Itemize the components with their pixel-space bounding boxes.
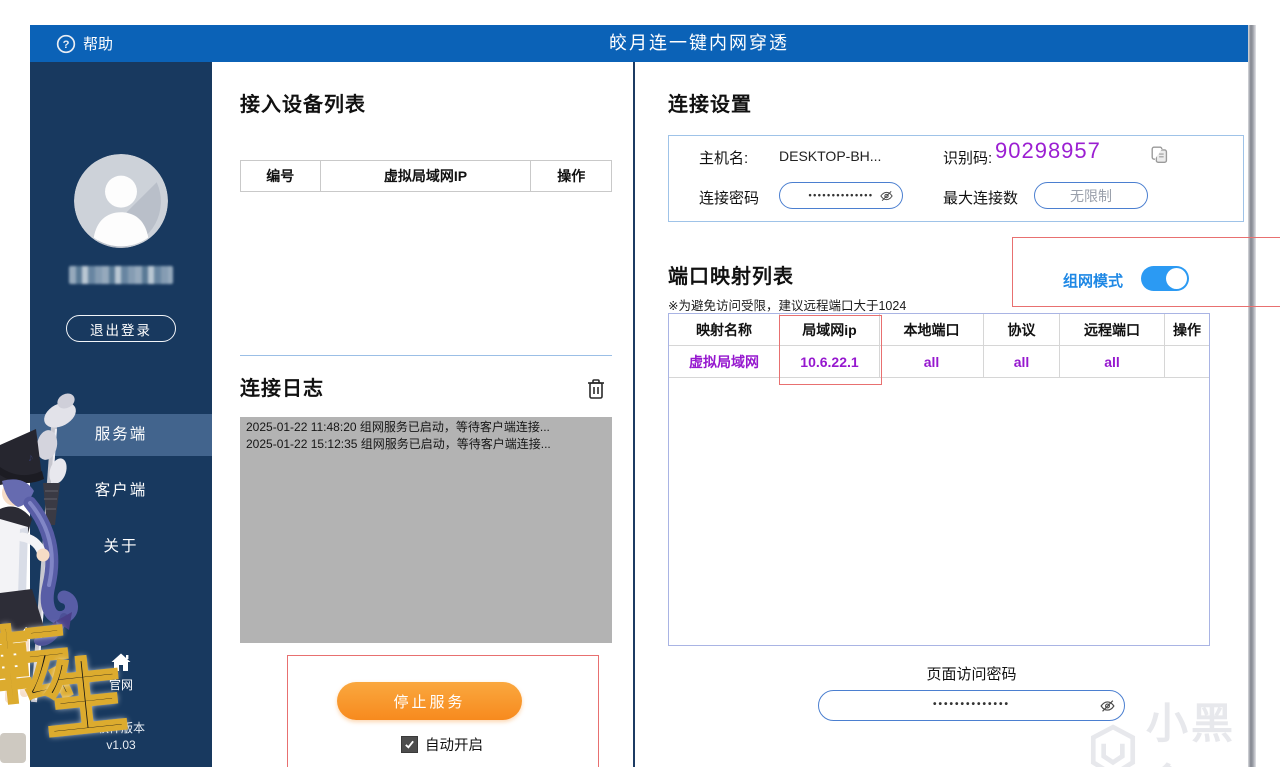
devices-title: 接入设备列表 bbox=[240, 94, 366, 116]
autostart-row[interactable]: 自动开启 bbox=[287, 734, 597, 755]
connection-settings-title: 连接设置 bbox=[668, 94, 752, 116]
sidebar-item-server[interactable]: 服务端 bbox=[30, 414, 212, 456]
sidebar-item-client[interactable]: 客户端 bbox=[30, 470, 212, 512]
middle-panel: 接入设备列表 编号 虚拟局域网IP 操作 连接日志 2025-01-22 11:… bbox=[212, 62, 633, 767]
copy-id-button[interactable] bbox=[1149, 144, 1171, 166]
port-cell-protocol: all bbox=[984, 346, 1060, 377]
id-code-label: 识别码: bbox=[943, 150, 993, 167]
device-col-number: 编号 bbox=[241, 161, 321, 191]
version-value: v1.03 bbox=[106, 738, 136, 752]
eye-off-icon[interactable] bbox=[1098, 697, 1117, 714]
port-cell-local-port: all bbox=[880, 346, 984, 377]
clear-log-button[interactable] bbox=[584, 376, 608, 402]
port-col-remote-port: 远程端口 bbox=[1060, 314, 1165, 345]
version-label: 软件版本 bbox=[96, 721, 145, 735]
max-connections-label: 最大连接数 bbox=[943, 190, 1019, 207]
port-mapping-table: 映射名称 局域网ip 本地端口 协议 远程端口 操作 虚拟局域网 10.6.22… bbox=[668, 313, 1210, 646]
connection-log: 2025-01-22 11:48:20 组网服务已启动，等待客户端连接... 2… bbox=[240, 417, 612, 643]
official-site-link[interactable]: 官网 bbox=[30, 650, 212, 693]
port-col-protocol: 协议 bbox=[984, 314, 1060, 345]
port-table-header: 映射名称 局域网ip 本地端口 协议 远程端口 操作 bbox=[669, 314, 1209, 346]
port-col-name: 映射名称 bbox=[669, 314, 780, 345]
avatar bbox=[74, 154, 168, 248]
app-window: ? 帮助 皎月连一键内网穿透 退出登录 服务端 客户端 关于 官网 软件版本 v… bbox=[0, 0, 1280, 767]
eye-off-icon[interactable] bbox=[878, 188, 895, 203]
network-mode-label: 组网模式 bbox=[1063, 273, 1124, 290]
right-panel: 连接设置 主机名: DESKTOP-BH... 识别码: 90298957 连接… bbox=[635, 62, 1256, 767]
connect-password-label: 连接密码 bbox=[699, 190, 760, 207]
title-bar: ? 帮助 皎月连一键内网穿透 bbox=[30, 25, 1248, 62]
device-col-vlan-ip: 虚拟局域网IP bbox=[321, 161, 532, 191]
connect-password-input[interactable]: •••••••••••••• bbox=[779, 182, 903, 209]
window-edge-shadow bbox=[1248, 25, 1256, 767]
sidebar-menu: 服务端 客户端 关于 bbox=[30, 414, 212, 582]
max-connections-input[interactable]: 无限制 bbox=[1034, 182, 1148, 209]
trash-icon bbox=[584, 379, 608, 406]
port-col-lan-ip: 局域网ip bbox=[780, 314, 880, 345]
sidebar-item-about[interactable]: 关于 bbox=[30, 526, 212, 568]
page-password-masked: •••••••••••••• bbox=[932, 699, 1010, 710]
port-cell-remote-port: all bbox=[1060, 346, 1165, 377]
hostname-value: DESKTOP-BH... bbox=[779, 148, 882, 164]
stop-service-button[interactable]: 停止服务 bbox=[337, 682, 522, 720]
sidebar: 退出登录 服务端 客户端 关于 官网 软件版本 v1.03 bbox=[30, 62, 212, 767]
page-password-input[interactable]: •••••••••••••• bbox=[818, 690, 1125, 721]
connect-password-masked: •••••••••••••• bbox=[808, 189, 874, 200]
table-row: 虚拟局域网 10.6.22.1 all all all bbox=[669, 346, 1209, 378]
toggle-knob bbox=[1166, 268, 1187, 289]
port-col-local-port: 本地端口 bbox=[880, 314, 984, 345]
device-col-action: 操作 bbox=[557, 168, 586, 184]
logout-button[interactable]: 退出登录 bbox=[66, 315, 176, 342]
log-title: 连接日志 bbox=[240, 378, 324, 400]
page-password-label: 页面访问密码 bbox=[926, 666, 1017, 683]
max-connections-value: 无限制 bbox=[1070, 187, 1112, 204]
port-cell-action bbox=[1165, 346, 1209, 377]
home-icon bbox=[30, 650, 212, 674]
app-title: 皎月连一键内网穿透 bbox=[609, 33, 789, 53]
connection-settings-box: 主机名: DESKTOP-BH... 识别码: 90298957 连接密码 ••… bbox=[668, 135, 1244, 222]
port-cell-name: 虚拟局域网 bbox=[669, 346, 780, 377]
section-divider bbox=[240, 355, 612, 356]
port-col-action: 操作 bbox=[1173, 321, 1201, 338]
autostart-label: 自动开启 bbox=[425, 738, 483, 754]
official-site-label: 官网 bbox=[108, 678, 133, 692]
log-entry: 2025-01-22 15:12:35 组网服务已启动，等待客户端连接... bbox=[246, 437, 551, 451]
port-cell-lan-ip: 10.6.22.1 bbox=[780, 346, 880, 377]
port-mapping-note: ※为避免访问受限，建议远程端口大于1024 bbox=[668, 299, 907, 313]
port-mapping-title: 端口映射列表 bbox=[668, 266, 794, 288]
log-entry: 2025-01-22 11:48:20 组网服务已启动，等待客户端连接... bbox=[246, 420, 550, 434]
copy-icon bbox=[1149, 146, 1171, 170]
autostart-checkbox[interactable] bbox=[401, 736, 418, 753]
version-info: 软件版本 v1.03 bbox=[30, 720, 212, 754]
username-redacted bbox=[69, 266, 173, 284]
device-table-header: 编号 虚拟局域网IP 操作 bbox=[240, 160, 612, 192]
hostname-label: 主机名: bbox=[699, 150, 749, 167]
id-code-value: 90298957 bbox=[995, 138, 1101, 163]
network-mode-toggle[interactable] bbox=[1141, 266, 1189, 291]
